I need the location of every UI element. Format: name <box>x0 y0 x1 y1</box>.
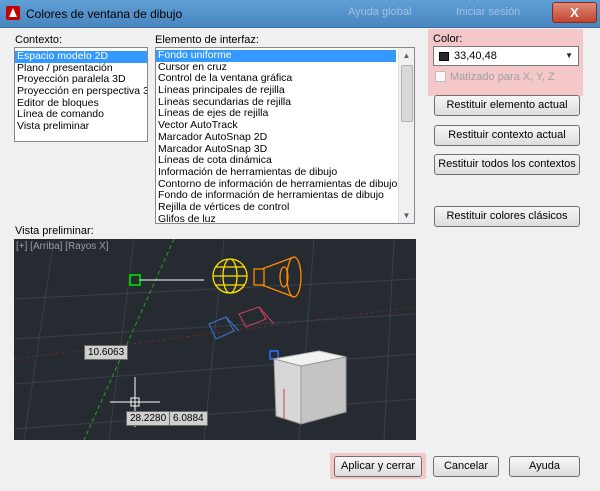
restore-classic-colors-button[interactable]: Restituir colores clásicos <box>434 206 580 227</box>
chevron-down-icon[interactable]: ▼ <box>565 51 573 60</box>
color-swatch <box>439 52 449 61</box>
tint-xyz-label: Matizado para X, Y, Z <box>450 71 555 83</box>
context-item[interactable]: Espacio modelo 2D <box>15 50 147 63</box>
help-button[interactable]: Ayuda <box>509 456 580 477</box>
coordinate-y-tooltip: 6.0884 <box>169 411 208 426</box>
spot-light-glyph-icon <box>253 256 302 298</box>
interface-list-scrollbar[interactable]: ▲ ▼ <box>398 48 414 223</box>
preview-label: Vista preliminar: <box>15 225 94 237</box>
color-dropdown[interactable]: 33,40,48 ▼ <box>433 46 579 66</box>
context-label: Contexto: <box>15 34 63 46</box>
context-item[interactable]: Vista preliminar <box>15 120 147 133</box>
preview-scene <box>14 239 416 440</box>
interface-item[interactable]: Glifos de luz <box>156 213 396 223</box>
interface-item[interactable]: Marcador AutoSnap 2D <box>156 131 396 144</box>
interface-element-list[interactable]: Fondo uniforme Cursor en cruz Control de… <box>155 47 415 224</box>
camera-glyph-icon <box>208 316 240 340</box>
background-window-title: Iniciar sesión <box>456 6 521 18</box>
restore-current-context-button[interactable]: Restituir contexto actual <box>434 125 580 146</box>
preview-cube <box>273 350 347 425</box>
tint-xyz-checkbox[interactable] <box>435 71 446 82</box>
preview-viewport: [+] [Arriba] [Rayos X] 10.6063 28.2280 6… <box>14 239 416 440</box>
color-label: Color: <box>433 33 463 45</box>
background-window-title: Ayuda global <box>348 6 412 18</box>
window-title: Colores de ventana de dibujo <box>26 7 183 21</box>
interface-item[interactable]: Fondo uniforme <box>156 49 396 62</box>
y-axis-line <box>83 239 175 440</box>
cancel-button[interactable]: Cancelar <box>433 456 499 477</box>
close-button[interactable]: X <box>552 2 597 23</box>
restore-all-contexts-button[interactable]: Restituir todos los contextos <box>434 154 580 175</box>
dynamic-dimension-input: 10.6063 <box>84 345 129 360</box>
context-item[interactable]: Proyección en perspectiva 3D <box>15 85 147 98</box>
autosnap-marker-icon <box>129 274 141 286</box>
color-value: 33,40,48 <box>454 50 497 62</box>
interface-item[interactable]: Información de herramientas de dibujo <box>156 166 396 179</box>
title-bar: Colores de ventana de dibujo Ayuda globa… <box>0 0 600 28</box>
interface-item[interactable]: Rejilla de vértices de control <box>156 201 396 214</box>
interface-item[interactable]: Líneas principales de rejilla <box>156 84 396 97</box>
apply-close-button[interactable]: Aplicar y cerrar <box>334 456 422 477</box>
scrollbar-thumb[interactable] <box>401 65 413 122</box>
scroll-down-arrow-icon[interactable]: ▼ <box>399 208 414 223</box>
restore-current-item-button[interactable]: Restituir elemento actual <box>434 95 580 116</box>
autosnap-3d-marker-icon <box>269 350 279 360</box>
context-list[interactable]: Espacio modelo 2D Plano / presentación P… <box>14 47 148 142</box>
interface-element-label: Elemento de interfaz: <box>155 34 259 46</box>
viewport-label: [+] [Arriba] [Rayos X] <box>16 241 109 252</box>
scroll-up-arrow-icon[interactable]: ▲ <box>399 48 414 63</box>
autocad-logo-icon <box>6 6 20 20</box>
coordinate-x-tooltip: 28.2280 <box>126 411 171 426</box>
